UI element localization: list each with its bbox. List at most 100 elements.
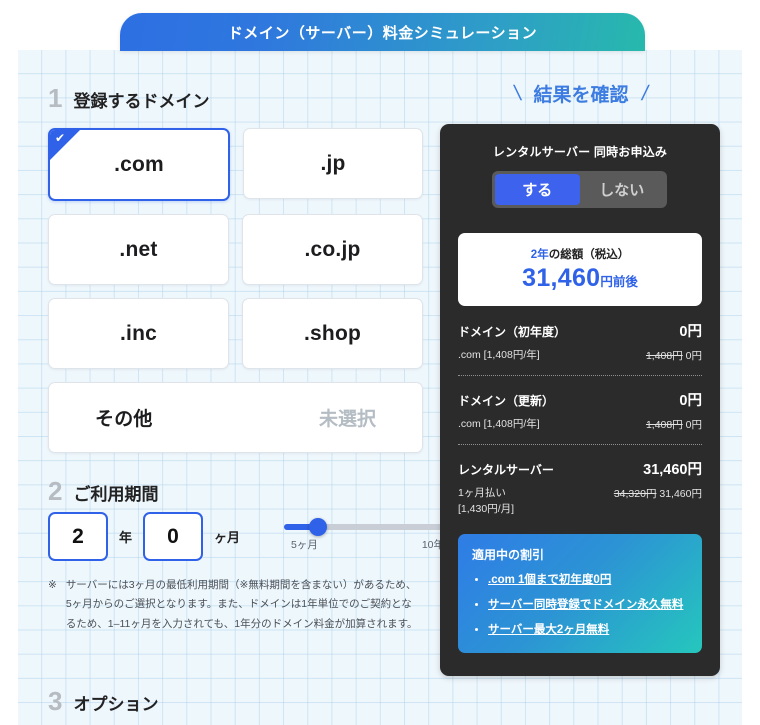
total-amount-value: 31,460 [522, 264, 601, 292]
row-value: 0円 [679, 393, 702, 410]
domain-card-net[interactable]: .net [48, 214, 229, 285]
total-amount: 31,460 円前後 [522, 264, 638, 293]
domain-label: .co.jp [304, 237, 361, 261]
domain-row-4: その他 未選択 [48, 382, 423, 453]
page-header: ドメイン（サーバー）料金シミュレーション [120, 13, 645, 51]
list-item: サーバー最大2ヶ月無料 [488, 622, 688, 640]
section-heading-period: 2 ご利用期間 [48, 478, 158, 504]
discount-list: .com 1個まで初年度0円 サーバー同時登録でドメイン永久無料 サーバー最大2… [472, 572, 688, 639]
breakdown-row-server: レンタルサーバー 31,460円 1ヶ月払い [1,430円/月] 34,320… [458, 458, 702, 516]
row-prices: 1,408円 0円 [646, 348, 702, 363]
domain-card-other[interactable]: その他 未選択 [48, 382, 423, 453]
discount-link-2[interactable]: サーバー同時登録でドメイン永久無料 [488, 599, 683, 611]
breakdown-divider [458, 444, 702, 446]
row-desc: .com [1,408円/年] [458, 418, 540, 431]
domain-row-3: .inc .shop [48, 298, 423, 369]
total-price-card: 2年の総額（税込） 31,460 円前後 [458, 233, 702, 306]
row-new-price: 0円 [685, 350, 702, 362]
result-heading-text: 結果を確認 [533, 85, 629, 106]
row-name: ドメイン（初年度） [458, 325, 567, 339]
discount-link-1[interactable]: .com 1個まで初年度0円 [488, 574, 611, 586]
months-input[interactable]: 0 [143, 512, 204, 561]
row-desc: 1ヶ月払い [1,430円/月] [458, 487, 515, 515]
slider-min-label: 5ヶ月 [291, 539, 318, 551]
toggle-option-no[interactable]: しない [580, 174, 665, 205]
total-label: 2年の総額（税込） [531, 246, 629, 262]
simulator-page: ドメイン（サーバー）料金シミュレーション 1 登録するドメイン ✔ .com .… [0, 0, 760, 725]
row-desc: .com [1,408円/年] [458, 349, 540, 361]
section-number-2: 2 [48, 476, 63, 506]
section-title-1: 登録するドメイン [73, 92, 210, 111]
result-panel: レンタルサーバー 同時お申込み する しない 2年の総額（税込） 31,460 … [440, 124, 720, 676]
domain-row-1: ✔ .com .jp [48, 128, 423, 201]
breakdown-row-domain-first: ドメイン（初年度） 0円 .com [1,408円/年] 1,408円 0円 [458, 320, 702, 363]
slider-labels: 5ヶ月 10年 [284, 537, 444, 551]
discount-box: 適用中の割引 .com 1個まで初年度0円 サーバー同時登録でドメイン永久無料 … [458, 534, 702, 654]
discount-title: 適用中の割引 [472, 548, 545, 562]
domain-card-cojp[interactable]: .co.jp [242, 214, 423, 285]
row-old-price: 1,408円 [645, 419, 683, 432]
result-heading: \ 結果を確認 / [481, 80, 681, 107]
price-breakdown: ドメイン（初年度） 0円 .com [1,408円/年] 1,408円 0円 ド… [458, 320, 702, 517]
domain-label: .com [114, 152, 164, 176]
slash-left-icon: \ [512, 81, 523, 105]
domain-card-grid: ✔ .com .jp .net .co.jp .inc .shop その他 未選… [48, 128, 423, 466]
row-main: レンタルサーバー 31,460円 [458, 458, 702, 479]
server-toggle-label: レンタルサーバー 同時お申込み [492, 145, 668, 159]
row-detail: .com [1,408円/年] 1,408円 0円 [458, 417, 702, 432]
domain-card-inc[interactable]: .inc [48, 298, 229, 369]
section-title-3: オプション [73, 695, 159, 714]
other-selected-value: 未選択 [318, 409, 376, 430]
page-title: ドメイン（サーバー）料金シミュレーション [227, 24, 538, 42]
total-amount-suffix: 円前後 [600, 275, 638, 289]
domain-label: .shop [304, 321, 361, 345]
row-main: ドメイン（初年度） 0円 [458, 320, 702, 341]
total-years: 2年 [530, 249, 549, 261]
row-name: レンタルサーバー [458, 463, 554, 478]
row-value: 31,460円 [643, 462, 702, 479]
row-prices: 1,408円 0円 [646, 417, 702, 432]
row-new-price: 31,460円 [659, 488, 702, 501]
breakdown-divider [458, 375, 702, 377]
domain-card-shop[interactable]: .shop [242, 298, 423, 369]
row-old-price: 1,408円 [645, 350, 683, 362]
years-unit-label: 年 [119, 530, 133, 545]
domain-card-jp[interactable]: .jp [243, 128, 423, 199]
row-prices: 34,320円 31,460円 [614, 486, 702, 501]
domain-card-com[interactable]: ✔ .com [48, 128, 230, 201]
period-controls: 2 年 0 ヶ月 5ヶ月 10年 [48, 512, 445, 561]
row-new-price: 0円 [685, 419, 702, 432]
years-input[interactable]: 2 [48, 512, 108, 561]
note-mark: ※ [48, 579, 57, 591]
slider-track[interactable] [284, 518, 445, 536]
row-name: ドメイン（更新） [458, 394, 555, 409]
section-number-1: 1 [48, 83, 63, 113]
check-icon: ✔ [55, 131, 66, 145]
domain-label: .net [119, 237, 158, 261]
domain-label: .inc [120, 321, 157, 345]
period-slider[interactable]: 5ヶ月 10年 [284, 518, 445, 551]
note-text: サーバーには3ヶ月の最低利用期間（※無料期間を含まない）があるため、5ヶ月からの… [65, 579, 418, 630]
row-value: 0円 [679, 324, 702, 340]
list-item: .com 1個まで初年度0円 [488, 572, 688, 590]
section-heading-options: 3 オプション [48, 688, 158, 714]
section-number-3: 3 [48, 686, 63, 716]
row-old-price: 34,320円 [613, 488, 657, 501]
slider-thumb[interactable] [308, 518, 327, 536]
total-label-rest: の総額（税込） [548, 249, 630, 261]
section-heading-domain: 1 登録するドメイン [48, 85, 209, 111]
other-label: その他 [95, 409, 153, 430]
row-main: ドメイン（更新） 0円 [458, 389, 702, 410]
breakdown-row-domain-renew: ドメイン（更新） 0円 .com [1,408円/年] 1,408円 0円 [458, 389, 702, 432]
row-detail: 1ヶ月払い [1,430円/月] 34,320円 31,460円 [458, 486, 702, 516]
section-title-2: ご利用期間 [73, 485, 159, 504]
months-unit-label: ヶ月 [214, 530, 241, 545]
server-toggle[interactable]: する しない [492, 171, 667, 208]
list-item: サーバー同時登録でドメイン永久無料 [488, 597, 688, 615]
discount-link-3[interactable]: サーバー最大2ヶ月無料 [488, 624, 609, 636]
toggle-option-yes[interactable]: する [495, 174, 580, 205]
row-detail: .com [1,408円/年] 1,408円 0円 [458, 348, 702, 363]
domain-label: .jp [320, 151, 346, 175]
period-note: ※ サーバーには3ヶ月の最低利用期間（※無料期間を含まない）があるため、5ヶ月か… [48, 576, 420, 634]
slash-right-icon: / [639, 81, 650, 105]
